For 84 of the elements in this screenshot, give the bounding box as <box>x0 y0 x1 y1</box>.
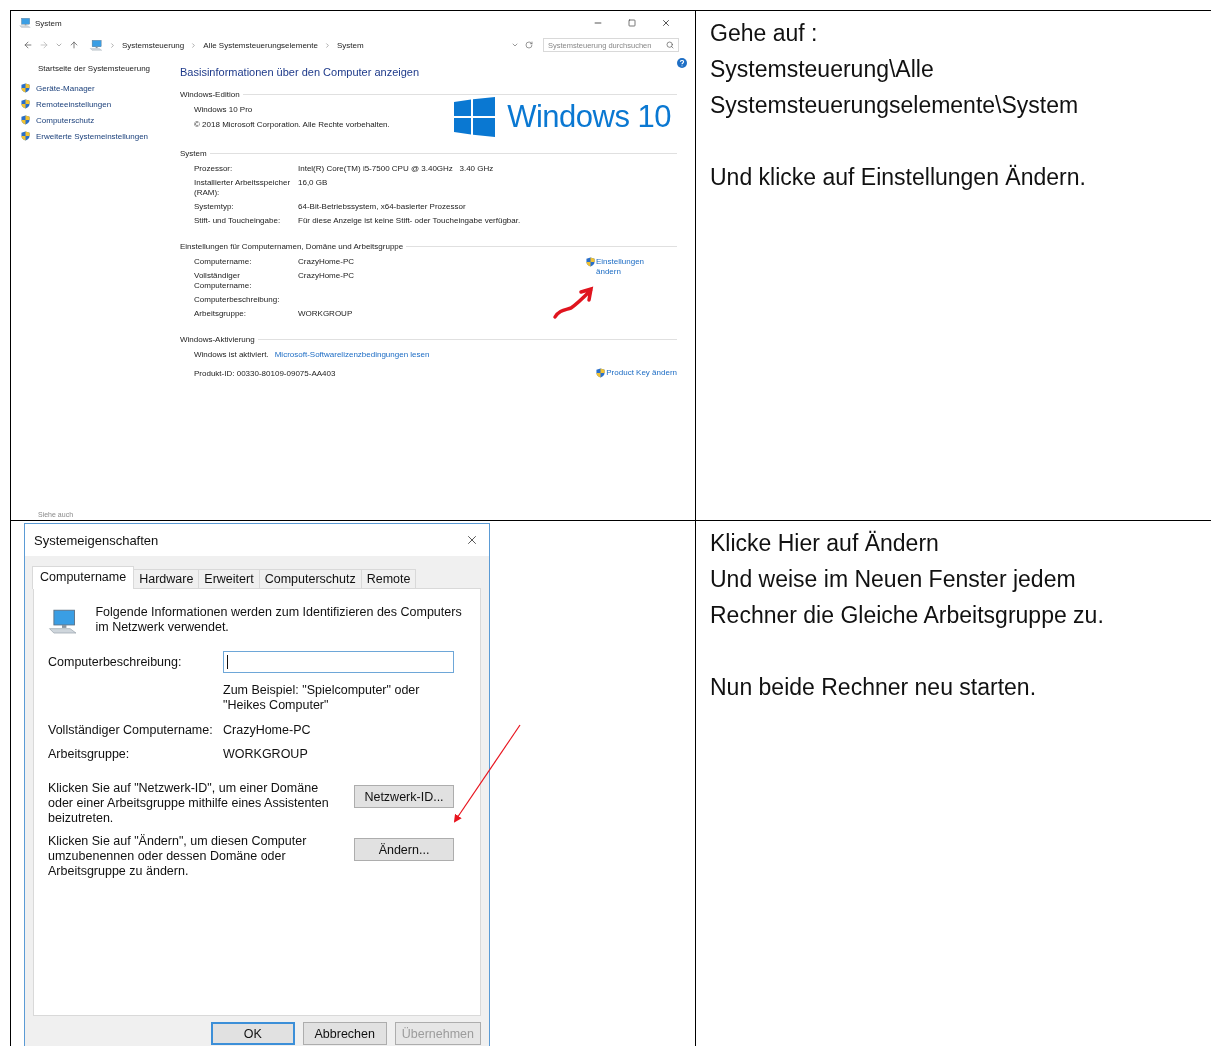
field-value: WORKGROUP <box>223 747 309 761</box>
property-label: Computername: <box>194 257 253 267</box>
property-value: Für diese Anzeige ist keine Stift- oder Toucheingabe verfügbar. <box>298 216 521 226</box>
instruction-paragraph: Nun beide Rechner neu starten. <box>710 673 1038 702</box>
windows-logo-icon <box>454 97 496 137</box>
sidebar-link[interactable]: Remoteeinstellungen <box>36 99 112 109</box>
property-label: Prozessor: <box>194 164 234 174</box>
change-settings-link[interactable]: Einstellungen ändern <box>596 257 651 277</box>
property-value: 64-Bit-Betriebssystem, x64-basierter Prozessor <box>298 202 466 212</box>
property-label: Systemtyp: <box>194 202 235 212</box>
property-value: CrazyHome-PC <box>298 271 354 281</box>
field-label: Computerbeschreibung: <box>48 655 183 669</box>
tab[interactable]: Computerschutz <box>258 569 362 589</box>
instruction-paragraph: Und klicke auf Einstellungen Ändern. <box>710 163 1087 192</box>
sidebar-link[interactable]: Startseite der Systemsteuerung <box>21 64 177 73</box>
section-title: Windows-Edition <box>180 90 240 99</box>
instruction-paragraph: Klicke Hier auf Ändern Und weise im Neuen Fenster jedem Rechner die Gleiche Arbeitsgruppe zu. <box>710 529 1105 630</box>
instruction-text: Klicken Sie auf "Netzwerk-ID", um einer Domäne oder einer Arbeitsgruppe mithilfe eines Assistenten beizutreten. <box>48 781 330 826</box>
chevron-down-icon[interactable] <box>511 41 519 49</box>
product-key-link[interactable]: Product Key ändern <box>606 368 677 377</box>
field-label: Vollständiger Computername: <box>48 723 214 737</box>
close-icon[interactable] <box>661 18 671 28</box>
chevron-right-icon <box>324 41 331 49</box>
action-button[interactable]: Ändern... <box>354 838 454 861</box>
instruction-text: Klicken Sie auf "Ändern", um diesen Computer umzubenennen oder dessen Domäne oder Arbeitsgruppe zu ändern. <box>48 834 308 879</box>
page-heading: Basisinformationen über den Computer anzeigen <box>180 66 421 78</box>
intro-text: Folgende Informationen werden zum Identifizieren des Computers im Netzwerk verwendet. <box>95 605 463 635</box>
field-value: CrazyHome-PC <box>223 723 312 737</box>
property-label: Stift- und Toucheingabe: <box>194 216 282 226</box>
shield-icon <box>596 368 606 378</box>
chevron-right-icon <box>109 41 116 49</box>
search-icon <box>666 41 674 49</box>
tab[interactable]: Computername <box>32 566 135 589</box>
shield-icon <box>21 83 30 93</box>
dialog-button[interactable]: Abbrechen <box>302 1022 387 1045</box>
property-value: CrazyHome-PC <box>298 257 354 267</box>
dialog-button[interactable]: OK <box>210 1022 295 1045</box>
property-label: Computerbeschreibung: <box>194 295 281 305</box>
sidebar-link[interactable]: Erweiterte Systemeinstellungen <box>36 131 149 141</box>
chevron-right-icon <box>190 41 198 49</box>
edition-text: © 2018 Microsoft Corporation. Alle Rechte vorbehalten. <box>194 120 390 129</box>
tab[interactable]: Remote <box>360 569 417 589</box>
arrow-drawing <box>553 286 595 320</box>
up-icon[interactable] <box>69 40 79 50</box>
chevron-down-icon[interactable] <box>55 41 63 49</box>
property-label: Arbeitsgruppe: <box>194 309 248 319</box>
edition-text: Windows 10 Pro <box>194 105 254 114</box>
shield-icon <box>21 99 30 109</box>
breadcrumb-item[interactable]: Systemsteuerung <box>122 40 185 50</box>
hint-text: Zum Beispiel: "Spielcomputer" oder "Heikes Computer" <box>223 683 421 713</box>
section-title: System <box>180 149 207 158</box>
refresh-icon[interactable] <box>525 41 533 49</box>
action-button[interactable]: Netzwerk-ID... <box>354 785 454 808</box>
license-link[interactable]: Microsoft-Softwarelizenzbedingungen lesen <box>274 350 430 359</box>
close-icon[interactable] <box>465 533 479 547</box>
product-id: Produkt-ID: 00330-80109-09075-AA403 <box>194 369 336 378</box>
window-title: System <box>35 18 63 28</box>
computer-icon <box>19 18 31 28</box>
activation-status: Windows ist aktiviert. <box>194 350 269 359</box>
property-label: Vollständiger Computername: <box>194 271 253 291</box>
property-label: Installierter Arbeitsspeicher (RAM): <box>194 178 292 198</box>
description-field[interactable] <box>223 651 454 673</box>
shield-icon <box>21 115 30 125</box>
sidebar-link[interactable]: Geräte-Manager <box>36 83 95 93</box>
back-icon[interactable] <box>23 40 33 50</box>
section-title: Windows-Aktivierung <box>180 335 255 344</box>
property-value: 16,0 GB <box>298 178 328 188</box>
maximize-icon[interactable] <box>628 19 636 27</box>
forward-icon[interactable] <box>39 40 49 50</box>
address-bar[interactable]: Systemsteuerung Alle Systemsteuerungselemente System <box>85 38 537 52</box>
shield-icon <box>586 257 595 267</box>
instruction-paragraph: Gehe auf : Systemsteuerung\Alle Systemsteuerungselemente\System <box>710 19 1080 120</box>
shield-icon <box>21 131 30 141</box>
breadcrumb-item[interactable]: Alle Systemsteuerungselemente <box>203 40 318 50</box>
breadcrumb-item[interactable]: System <box>337 40 364 50</box>
sidebar-link[interactable]: Computerschutz <box>36 115 95 125</box>
windows-logo-text: Windows 10 <box>507 99 671 135</box>
property-value: WORKGROUP <box>298 309 353 319</box>
computer-icon <box>89 39 103 51</box>
property-value: Intel(R) Core(TM) i5-7500 CPU @ 3.40GHz 3.40 GHz <box>298 164 494 174</box>
section-title: Einstellungen für Computernamen, Domäne und Arbeitsgruppe <box>180 242 404 251</box>
dialog-title: Systemeigenschaften <box>34 532 159 548</box>
field-label: Arbeitsgruppe: <box>48 747 131 761</box>
help-icon[interactable] <box>677 58 687 68</box>
